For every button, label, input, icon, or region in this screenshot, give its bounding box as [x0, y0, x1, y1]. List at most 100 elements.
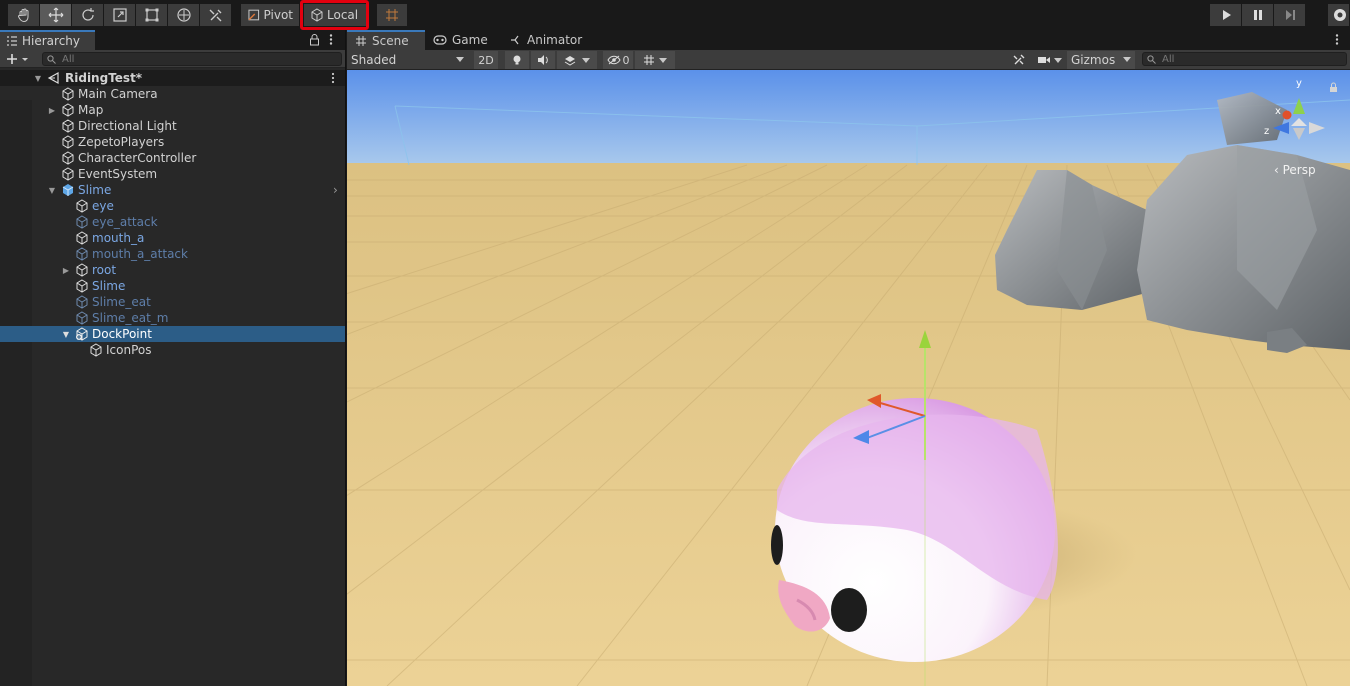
lighting-toggle[interactable] [505, 51, 529, 69]
collapse-arrow-icon[interactable]: ▶ [47, 105, 57, 115]
scene-menu-icon[interactable] [330, 72, 336, 84]
play-controls [1210, 4, 1306, 26]
lock-icon[interactable] [309, 33, 320, 46]
grid-icon [356, 36, 366, 46]
item-label: IconPos [106, 343, 152, 357]
hand-tool-icon[interactable] [8, 4, 40, 26]
hierarchy-item-mouth-a[interactable]: mouth_a [0, 230, 345, 246]
grid-icon [644, 55, 654, 65]
gameobject-cube-icon [76, 311, 88, 325]
rect-tool-icon[interactable] [136, 4, 168, 26]
search-icon [1147, 54, 1156, 64]
gameobject-cube-icon [76, 279, 88, 293]
prefab-cube-icon [62, 184, 74, 196]
hierarchy-tabbar: Hierarchy [0, 30, 345, 50]
hidden-count: 0 [622, 53, 630, 67]
hierarchy-item-character-controller[interactable]: CharacterController [0, 150, 345, 166]
item-label: DockPoint [92, 327, 152, 341]
hierarchy-item-main-camera[interactable]: Main Camera [0, 86, 345, 102]
expand-arrow-icon[interactable]: ▼ [61, 329, 71, 339]
grid-dropdown[interactable] [635, 51, 675, 69]
step-icon[interactable] [1274, 4, 1306, 26]
gameobject-cube-icon [76, 199, 88, 213]
pivot-toggle[interactable]: Pivot [241, 4, 299, 26]
expand-arrow-icon[interactable]: ▼ [47, 185, 57, 195]
hierarchy-item-eye-attack[interactable]: eye_attack [0, 214, 345, 230]
play-icon[interactable] [1210, 4, 1242, 26]
item-label: EventSystem [78, 167, 158, 181]
effects-dropdown[interactable] [557, 51, 597, 69]
tab-scene-label: Scene [372, 34, 409, 48]
gamepad-icon [433, 35, 447, 45]
hierarchy-item-slime-mesh[interactable]: Slime [0, 278, 345, 294]
tools-button[interactable] [1007, 51, 1031, 69]
camera-settings-dropdown[interactable] [1033, 51, 1065, 69]
hierarchy-item-zepeto-players[interactable]: ZepetoPlayers [0, 134, 345, 150]
scene-row[interactable]: ▼ RidingTest* [0, 70, 345, 86]
move-tool-icon[interactable] [40, 4, 72, 26]
shading-mode-label: Shaded [351, 53, 397, 67]
scale-tool-icon[interactable] [104, 4, 136, 26]
tab-animator-label: Animator [527, 33, 583, 47]
hierarchy-search-input[interactable]: All [42, 52, 342, 66]
local-highlight-box [300, 0, 369, 30]
axis-label-z: z [1264, 126, 1269, 137]
axis-label-x: x [1275, 106, 1281, 117]
hierarchy-item-icon-pos[interactable]: IconPos [0, 342, 345, 358]
hierarchy-item-root[interactable]: ▶ root [0, 262, 345, 278]
hierarchy-item-directional-light[interactable]: Directional Light [0, 118, 345, 134]
shading-mode-dropdown[interactable]: Shaded [347, 51, 468, 69]
scene-search-input[interactable]: All [1142, 52, 1347, 66]
hierarchy-item-slime-eat[interactable]: Slime_eat [0, 294, 345, 310]
chevron-right-icon[interactable]: › [333, 183, 338, 197]
hidden-objects-toggle[interactable]: 0 [603, 51, 633, 69]
hierarchy-item-eye[interactable]: eye [0, 198, 345, 214]
scene-panel-menu-icon[interactable] [1334, 33, 1340, 46]
item-label: mouth_a [92, 231, 145, 245]
gizmos-dropdown[interactable]: Gizmos [1067, 51, 1135, 69]
hierarchy-item-dock-point[interactable]: ▼ DockPoint [0, 326, 345, 342]
hierarchy-search-placeholder: All [62, 53, 75, 65]
account-icon[interactable] [1328, 4, 1350, 26]
projection-label[interactable]: ‹ Persp [1274, 163, 1316, 177]
hierarchy-item-slime-prefab[interactable]: ▼ Slime › [0, 182, 345, 198]
collapse-arrow-icon[interactable]: ▶ [61, 265, 71, 275]
custom-tool-icon[interactable] [200, 4, 232, 26]
transform-tool-icon[interactable] [168, 4, 200, 26]
hierarchy-item-map[interactable]: ▶ Map [0, 102, 345, 118]
eye-slash-icon [606, 55, 621, 65]
tab-game[interactable]: Game [425, 30, 505, 50]
main-toolbar: Pivot Local [0, 0, 1350, 30]
add-icon[interactable] [6, 53, 30, 65]
scene-render[interactable]: z x y ‹ Persp [347, 70, 1350, 686]
item-label: eye_attack [92, 215, 158, 229]
gameobject-cube-icon [76, 231, 88, 245]
tab-scene[interactable]: Scene [347, 30, 425, 50]
hierarchy-item-slime-eat-m[interactable]: Slime_eat_m [0, 310, 345, 326]
hierarchy-tab-label: Hierarchy [22, 34, 81, 48]
rotate-tool-icon[interactable] [72, 4, 104, 26]
tab-hierarchy[interactable]: Hierarchy [0, 30, 95, 50]
pause-icon[interactable] [1242, 4, 1274, 26]
item-label: Slime [78, 183, 112, 197]
grid-snap-button[interactable] [377, 4, 407, 26]
expand-arrow-icon[interactable]: ▼ [33, 73, 43, 83]
gameobject-cube-icon [62, 119, 74, 133]
gameobject-cube-icon [62, 167, 74, 181]
hierarchy-item-mouth-a-attack[interactable]: mouth_a_attack [0, 246, 345, 262]
audio-toggle[interactable] [531, 51, 555, 69]
scene-viewport[interactable]: z x y ‹ Persp [347, 70, 1350, 686]
item-label: Slime_eat_m [92, 311, 169, 325]
toggle-2d-label: 2D [478, 53, 494, 67]
pivot-label: Pivot [263, 8, 293, 22]
tab-animator[interactable]: Animator [502, 30, 597, 50]
item-label: eye [92, 199, 114, 213]
item-label: CharacterController [78, 151, 197, 165]
layers-icon [564, 56, 576, 66]
item-label: Main Camera [78, 87, 158, 101]
unity-scene-icon [47, 71, 59, 85]
toggle-2d-button[interactable]: 2D [474, 51, 498, 69]
hierarchy-item-event-system[interactable]: EventSystem [0, 166, 345, 182]
panel-menu-icon[interactable] [328, 33, 334, 46]
axis-label-y: y [1296, 78, 1302, 89]
